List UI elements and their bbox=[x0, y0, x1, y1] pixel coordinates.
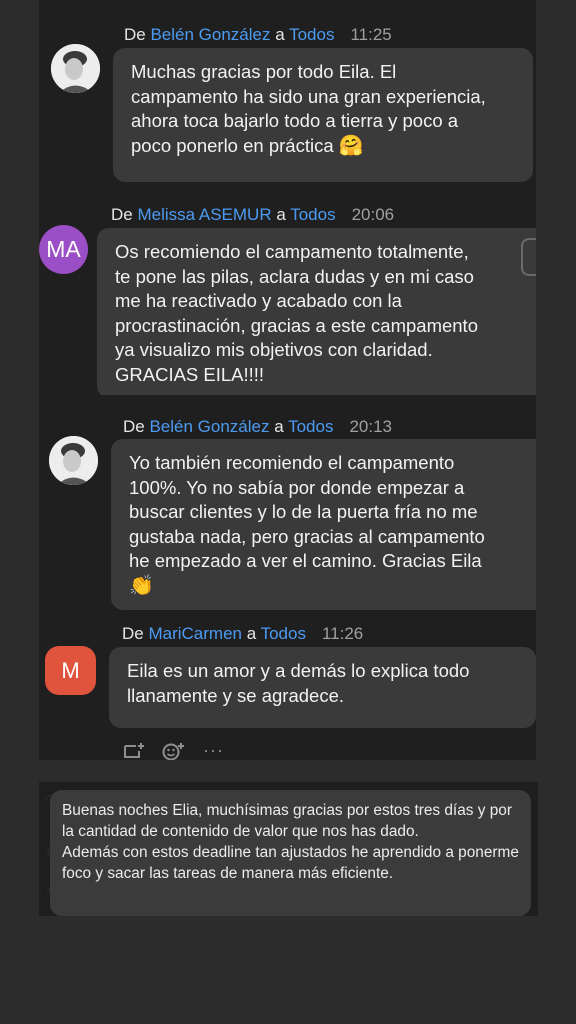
avatar[interactable] bbox=[49, 436, 98, 485]
chat-message-panel: De Belén González a Todos 20:13 Yo tambié… bbox=[39, 395, 536, 610]
user-photo-icon bbox=[49, 436, 98, 485]
message-header: De Melissa ASEMUR a Todos 20:06 bbox=[111, 205, 395, 224]
message-time: 11:26 bbox=[321, 624, 364, 643]
add-reaction-icon[interactable] bbox=[123, 742, 145, 760]
reaction-toolbar: ··· bbox=[123, 740, 243, 760]
recipient-name[interactable]: Todos bbox=[290, 205, 335, 224]
sender-name[interactable]: Belén González bbox=[150, 25, 270, 44]
emoji-icon[interactable] bbox=[161, 742, 185, 760]
message-bubble: Yo también recomiendo el campamento 100%… bbox=[111, 439, 536, 610]
message-header: De Belén González a Todos 11:25 bbox=[124, 25, 392, 44]
message-time: 20:06 bbox=[351, 205, 395, 224]
message-bubble: Os recomiendo el campamento totalmente, … bbox=[97, 228, 536, 395]
hug-emoji-icon: 🤗 bbox=[338, 134, 364, 157]
sender-name[interactable]: MariCarmen bbox=[148, 624, 242, 643]
chat-message-panel: De Belén González a Todos 11:25 Muchas gr… bbox=[39, 0, 536, 200]
message-header: De MariCarmen a Todos 11:26 bbox=[122, 624, 364, 643]
avatar[interactable]: MA bbox=[39, 225, 88, 274]
message-bubble: Eila es un amor y a demás lo explica tod… bbox=[109, 647, 536, 728]
chat-message-panel: De MariCarmen a Todos 11:26 M Eila es un … bbox=[39, 610, 536, 760]
sender-name[interactable]: Melissa ASEMUR bbox=[137, 205, 271, 224]
sender-name[interactable]: Belén González bbox=[149, 417, 269, 436]
message-header: De Belén González a Todos 20:13 bbox=[123, 417, 393, 436]
user-photo-icon bbox=[51, 44, 100, 93]
note-paragraph: Buenas noches Elia, muchísimas gracias p… bbox=[62, 802, 512, 840]
avatar[interactable] bbox=[51, 44, 100, 93]
recipient-name[interactable]: Todos bbox=[288, 417, 333, 436]
avatar[interactable]: M bbox=[45, 646, 96, 695]
message-note: Buenas noches Elia, muchísimas gracias p… bbox=[50, 790, 531, 916]
message-time: 20:13 bbox=[349, 417, 393, 436]
message-time: 11:25 bbox=[350, 25, 392, 44]
recipient-name[interactable]: Todos bbox=[261, 624, 306, 643]
chat-message-panel: De Melissa ASEMUR a Todos 20:06 MA Os rec… bbox=[39, 200, 536, 395]
note-paragraph: Además con estos deadline tan ajustados … bbox=[62, 844, 519, 882]
more-icon[interactable]: ··· bbox=[203, 740, 224, 760]
clap-emoji-icon: 👏 bbox=[129, 574, 154, 597]
recipient-name[interactable]: Todos bbox=[289, 25, 334, 44]
message-bubble: Muchas gracias por todo Eila. El campame… bbox=[113, 48, 533, 182]
reaction-button-icon[interactable] bbox=[521, 238, 536, 276]
